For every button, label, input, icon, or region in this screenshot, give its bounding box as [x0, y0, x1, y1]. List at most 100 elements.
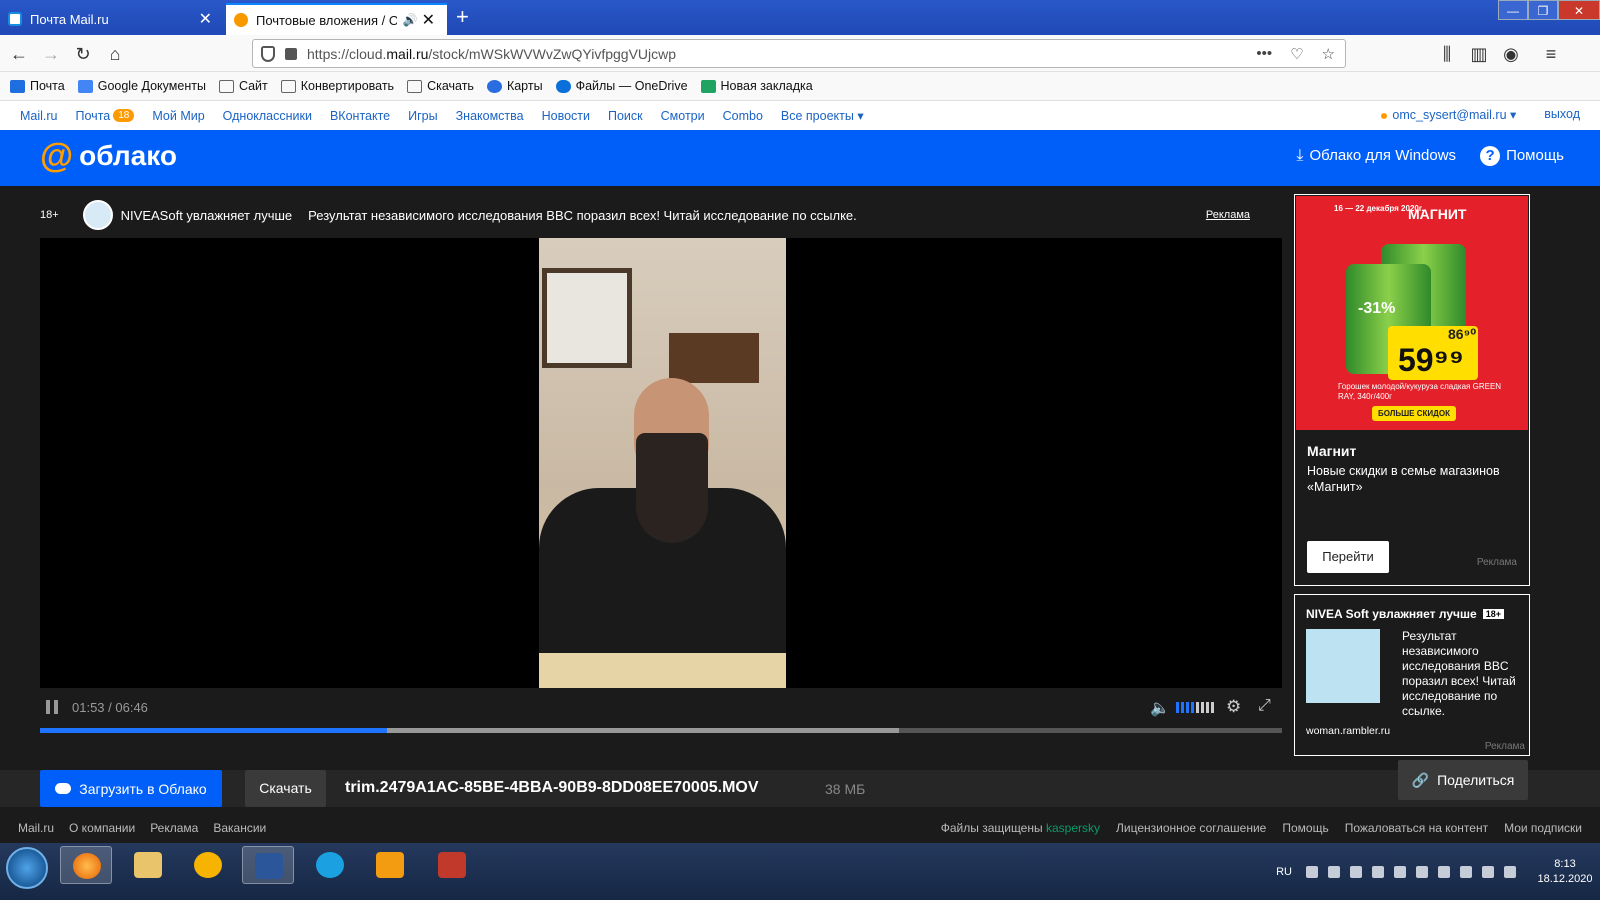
portal-link-mail[interactable]: Почта 18	[76, 109, 135, 123]
bookmark-item[interactable]: Сайт	[218, 79, 268, 93]
volume-bar[interactable]	[1176, 702, 1179, 713]
bookmark-item[interactable]: Карты	[486, 79, 543, 93]
tray-network2-icon[interactable]	[1504, 865, 1516, 878]
bookmark-item[interactable]: Конвертировать	[280, 79, 394, 93]
maximize-button[interactable]: ❐	[1528, 0, 1558, 20]
portal-link[interactable]: Новости	[542, 109, 590, 123]
reload-icon[interactable]: ↻	[72, 43, 94, 65]
minimize-button[interactable]: —	[1498, 0, 1528, 20]
window-close-button[interactable]: ✕	[1558, 0, 1600, 20]
language-indicator[interactable]: RU	[1276, 866, 1292, 878]
upload-to-cloud-button[interactable]: Загрузить в Облако	[40, 770, 222, 807]
footer-link[interactable]: Mail.ru	[18, 821, 54, 835]
help-link[interactable]: ? Помощь	[1480, 146, 1564, 166]
ad-description[interactable]: Результат независимого исследования BBC …	[1402, 629, 1522, 719]
fullscreen-icon[interactable]: ⤢	[1258, 697, 1271, 715]
taskbar-word[interactable]	[242, 846, 294, 884]
volume-bar[interactable]	[1211, 702, 1214, 713]
cloud-for-windows-link[interactable]: ⤓ Облако для Windows	[1296, 147, 1456, 165]
settings-gear-icon[interactable]: ⚙	[1226, 697, 1241, 717]
start-button[interactable]	[6, 847, 48, 889]
magnit-ad[interactable]: 16 — 22 декабря 2020г. МАГНИТ -31% 86⁹⁰ …	[1294, 194, 1530, 586]
portal-link[interactable]: Знакомства	[456, 109, 524, 123]
footer-link[interactable]: Пожаловаться на контент	[1345, 821, 1488, 835]
volume-bar[interactable]	[1181, 702, 1184, 713]
bookmark-item[interactable]: Файлы — OneDrive	[555, 79, 688, 93]
volume-bar[interactable]	[1196, 702, 1199, 713]
volume-slider[interactable]	[1176, 702, 1214, 713]
tab-cloud[interactable]: Почтовые вложения / Обл 🔊 ✕	[226, 3, 447, 35]
all-projects-dropdown[interactable]: Все проекты ▾	[781, 108, 864, 124]
share-button[interactable]: 🔗 Поделиться	[1398, 760, 1528, 800]
download-button[interactable]: Скачать	[245, 770, 326, 807]
tray-app-icon[interactable]	[1438, 865, 1450, 878]
ad-image[interactable]	[1306, 629, 1380, 703]
forward-arrow-icon[interactable]: →	[40, 43, 62, 65]
taskbar-explorer[interactable]	[122, 846, 174, 884]
logout-link[interactable]: выход	[1544, 107, 1580, 122]
address-bar[interactable]: https://cloud.mail.ru/stock/mWSkWVWvZwQY…	[252, 39, 1346, 68]
portal-link[interactable]: Смотри	[661, 109, 705, 123]
lock-icon[interactable]	[285, 47, 297, 60]
tray-network-icon[interactable]	[1306, 865, 1318, 878]
volume-bar[interactable]	[1201, 702, 1204, 713]
volume-bar[interactable]	[1186, 702, 1189, 713]
footer-link[interactable]: Мои подписки	[1504, 821, 1582, 835]
new-tab-button[interactable]: +	[456, 4, 469, 30]
protection-note[interactable]: Файлы защищены kaspersky	[941, 821, 1100, 835]
footer-link[interactable]: Вакансии	[213, 821, 266, 835]
tray-flag-icon[interactable]	[1416, 865, 1428, 878]
top-ad-line[interactable]: 18+ NIVEASoft увлажняет лучше Результат …	[40, 200, 1282, 230]
bookmark-star-icon[interactable]: ☆	[1322, 45, 1335, 63]
tray-usb-icon[interactable]	[1328, 865, 1340, 878]
portal-link[interactable]: Mail.ru	[20, 109, 58, 123]
tray-volume-icon[interactable]	[1482, 865, 1494, 878]
portal-link[interactable]: Мой Мир	[152, 109, 204, 123]
magnit-banner[interactable]: 16 — 22 декабря 2020г. МАГНИТ -31% 86⁹⁰ …	[1296, 196, 1528, 430]
bookmark-item[interactable]: Новая закладка	[700, 79, 813, 93]
home-icon[interactable]: ⌂	[104, 43, 126, 65]
portal-link[interactable]: Игры	[408, 109, 437, 123]
volume-icon[interactable]: 🔈	[1150, 698, 1170, 718]
cloud-logo[interactable]: @ облако	[40, 139, 177, 173]
footer-link[interactable]: Помощь	[1282, 821, 1328, 835]
account-icon[interactable]: ◉	[1500, 43, 1522, 65]
seek-bar[interactable]	[40, 728, 1282, 733]
clock[interactable]: 8:13 18.12.2020	[1530, 857, 1600, 887]
taskbar-firefox[interactable]	[60, 846, 112, 884]
bookmark-item[interactable]: Почта	[10, 79, 65, 93]
footer-link[interactable]: О компании	[69, 821, 135, 835]
portal-link[interactable]: Одноклассники	[223, 109, 312, 123]
footer-link[interactable]: Лицензионное соглашение	[1116, 821, 1266, 835]
bookmark-item[interactable]: Скачать	[407, 79, 474, 93]
tray-display-icon[interactable]	[1460, 865, 1472, 878]
portal-link[interactable]: ВКонтакте	[330, 109, 390, 123]
pause-icon[interactable]	[46, 700, 58, 714]
footer-link[interactable]: Реклама	[150, 821, 198, 835]
close-icon[interactable]: ✕	[418, 10, 439, 30]
tracking-shield-icon[interactable]	[261, 45, 275, 62]
tray-update-icon[interactable]	[1372, 865, 1384, 878]
go-button[interactable]: Перейти	[1307, 541, 1389, 573]
pocket-icon[interactable]: ♡	[1290, 45, 1303, 63]
url-text[interactable]: https://cloud.mail.ru/stock/mWSkWVWvZwQY…	[307, 46, 676, 62]
ad-text[interactable]: Результат независимого исследования BBC …	[308, 208, 857, 223]
tray-security-icon[interactable]	[1350, 865, 1362, 878]
menu-icon[interactable]: ≡	[1540, 43, 1562, 65]
tab-mail[interactable]: Почта Mail.ru ✕	[0, 3, 224, 35]
ad-label-link[interactable]: Реклама	[1206, 209, 1250, 221]
taskbar-media[interactable]	[364, 846, 416, 884]
portal-link[interactable]: Поиск	[608, 109, 643, 123]
volume-bar[interactable]	[1191, 702, 1194, 713]
speaker-icon[interactable]: 🔊	[403, 13, 418, 27]
taskbar-ie[interactable]	[304, 846, 356, 884]
bookmark-item[interactable]: Google Документы	[77, 79, 206, 93]
page-actions-icon[interactable]: •••	[1256, 45, 1272, 63]
close-icon[interactable]: ✕	[195, 9, 216, 29]
back-arrow-icon[interactable]: ←	[8, 43, 30, 65]
volume-bar[interactable]	[1206, 702, 1209, 713]
library-icon[interactable]: ⫼	[1436, 43, 1458, 65]
ad-brand[interactable]: NIVEASoft увлажняет лучше	[121, 208, 292, 223]
nivea-ad[interactable]: NIVEA Soft увлажняет лучше 18+ Результат …	[1294, 594, 1530, 756]
user-menu[interactable]: omc_sysert@mail.ru ▾	[1381, 107, 1516, 122]
